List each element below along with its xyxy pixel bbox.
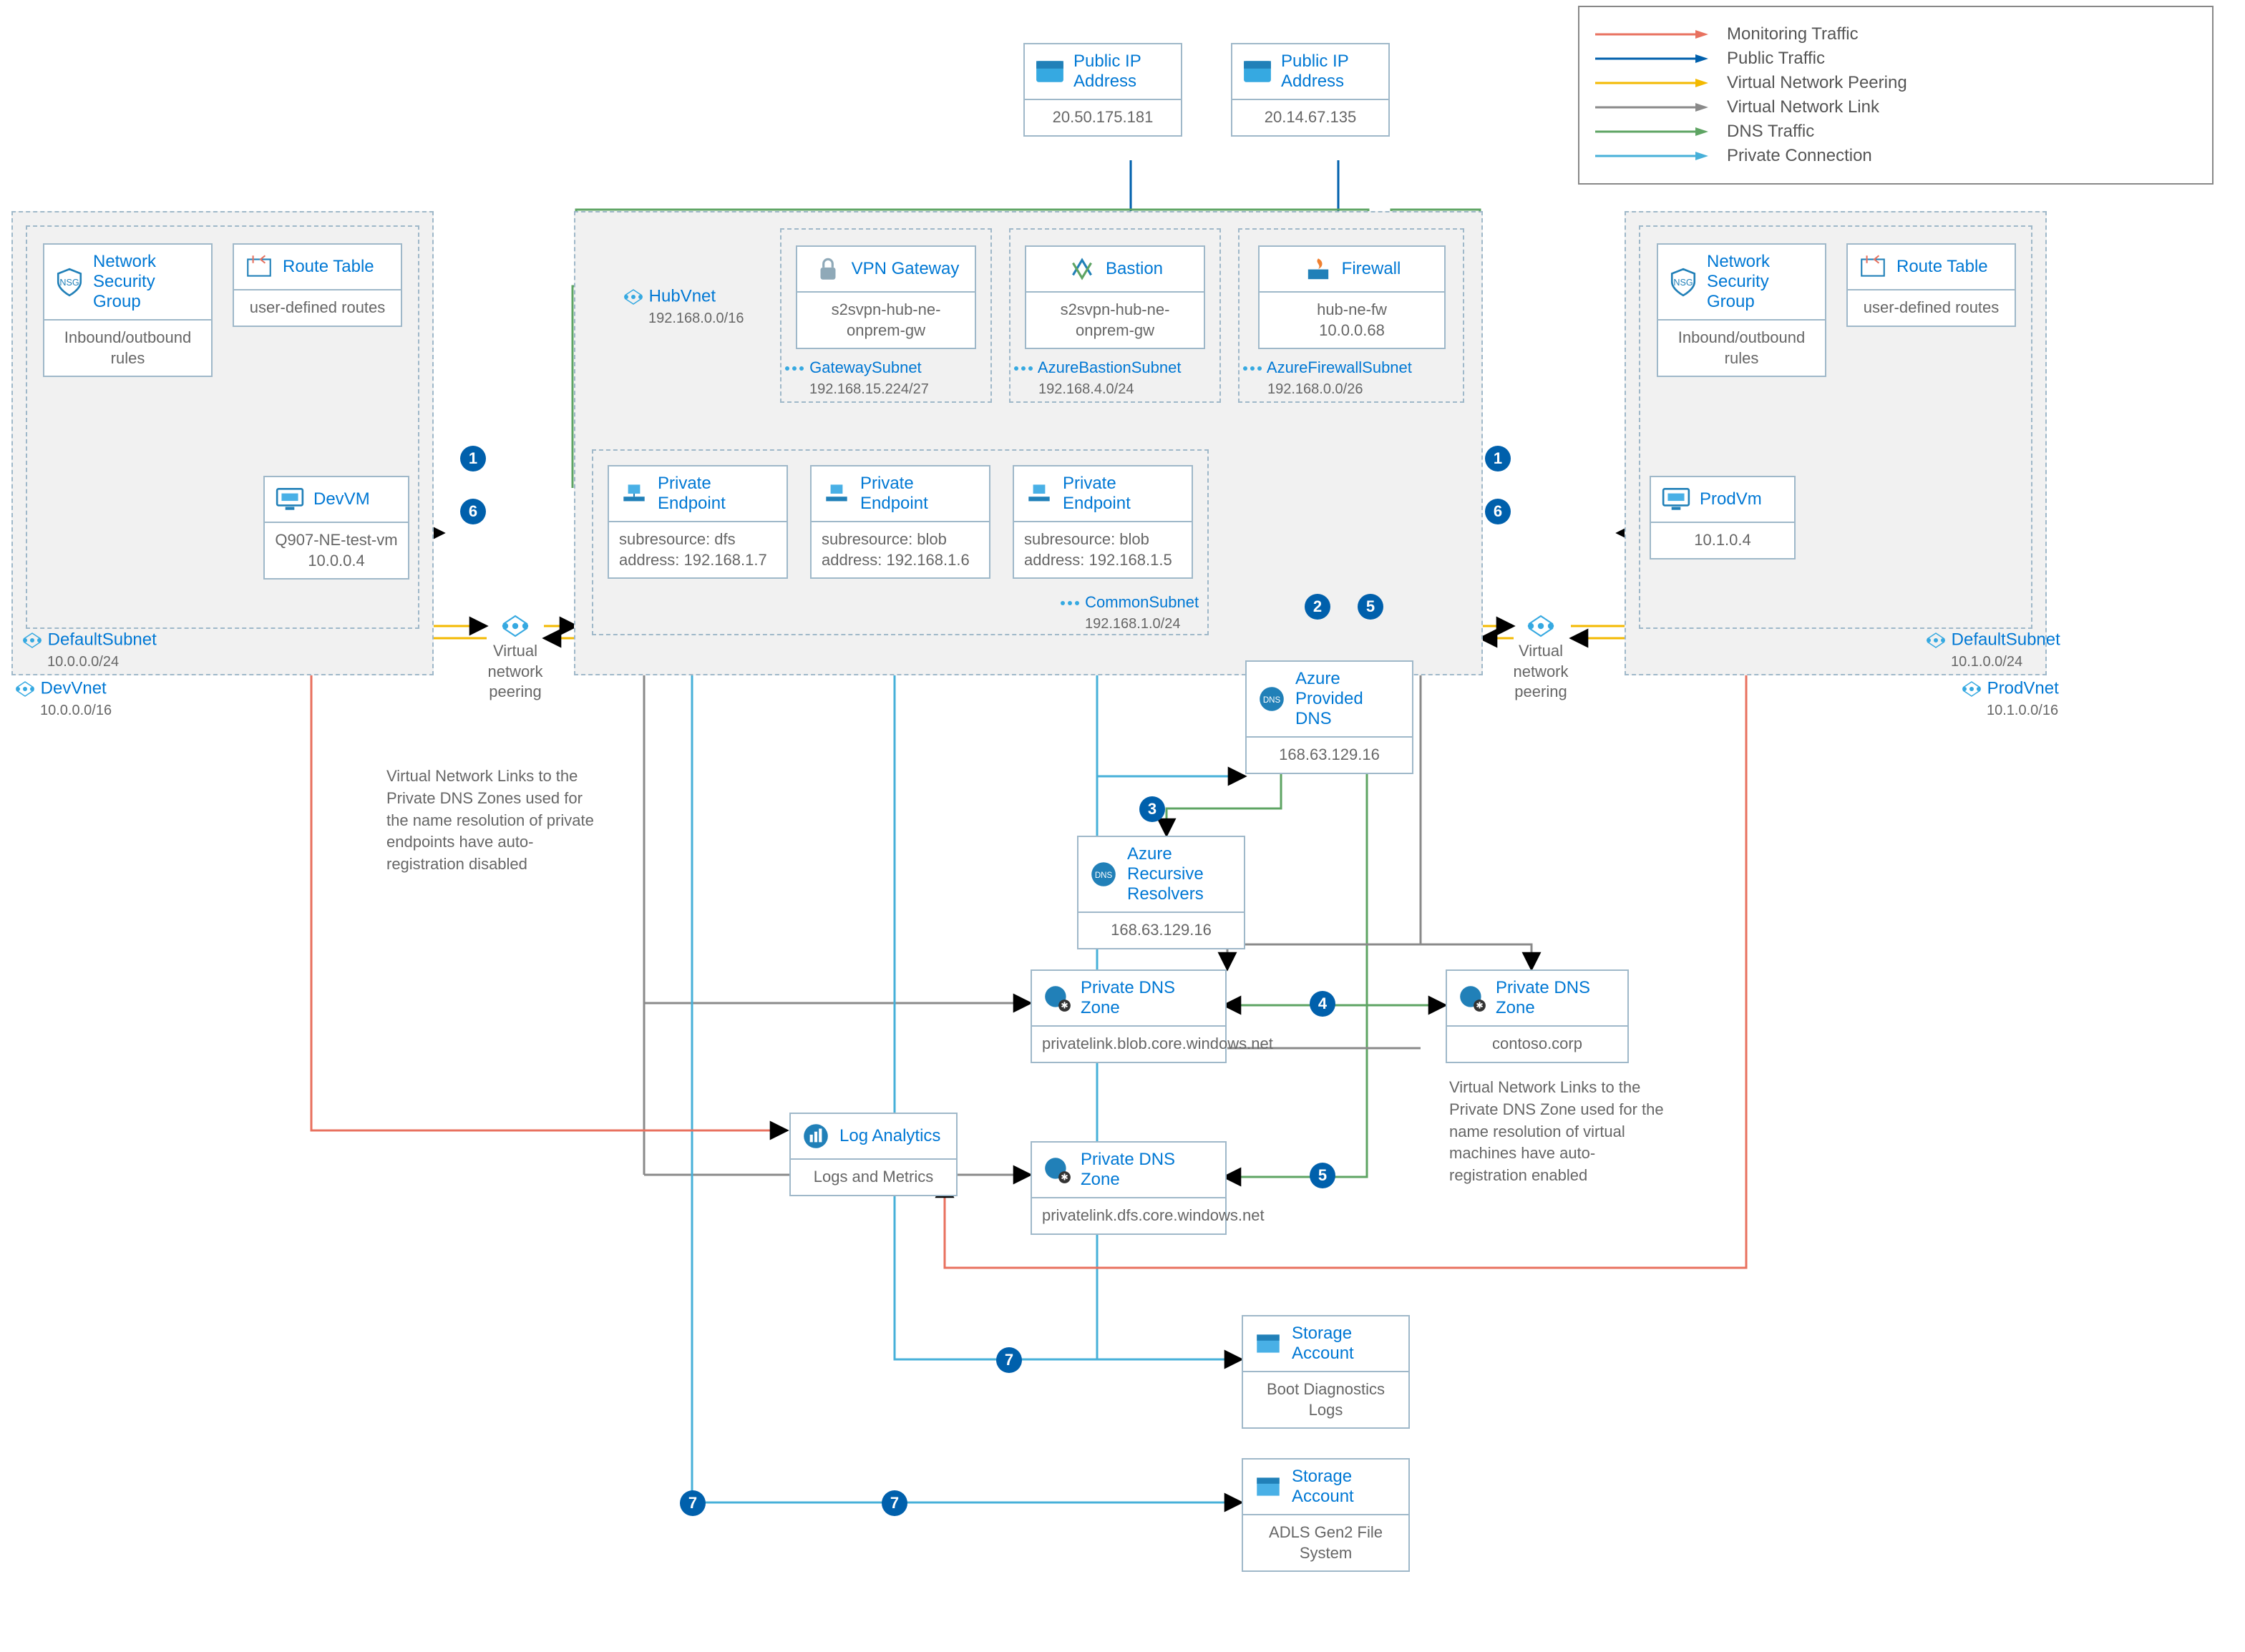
pdz-dfs: ✱Private DNS Zone privatelink.dfs.core.w… xyxy=(1031,1141,1227,1235)
svg-text:DNS: DNS xyxy=(1095,871,1113,880)
svg-text:NSG: NSG xyxy=(1673,278,1693,288)
subnet-label: DefaultSubnet10.0.0.0/24 xyxy=(21,630,157,671)
route-icon xyxy=(244,252,274,282)
badge: 5 xyxy=(1310,1163,1335,1188)
badge: 1 xyxy=(1485,446,1511,471)
shield-icon: NSG xyxy=(54,267,84,297)
legend-row: Private Connection xyxy=(1595,146,2196,166)
pdz-contoso: ✱Private DNS Zone contoso.corp xyxy=(1446,969,1629,1063)
pe-dfs: Private Endpoint subresource: dfsaddress… xyxy=(608,465,788,579)
value: 20.50.175.181 xyxy=(1025,99,1181,135)
pe-blob2: Private Endpoint subresource: blobaddres… xyxy=(1013,465,1193,579)
legend-label: Monitoring Traffic xyxy=(1727,24,1859,44)
azure-dns: DNSAzure Provided DNS 168.63.129.16 xyxy=(1245,660,1413,774)
ip-icon xyxy=(1242,57,1272,87)
badge: 7 xyxy=(680,1490,706,1516)
vm-icon xyxy=(275,484,305,514)
svg-text:DNS: DNS xyxy=(1263,696,1281,705)
dnszone-icon: ✱ xyxy=(1457,983,1487,1013)
legend-label: DNS Traffic xyxy=(1727,122,1814,142)
vm-icon xyxy=(1661,484,1691,514)
lock-icon xyxy=(813,254,843,284)
svg-text:✱: ✱ xyxy=(1476,1001,1484,1011)
shield-icon: NSG xyxy=(1668,267,1698,297)
badge: 2 xyxy=(1305,594,1330,620)
pdz-blob: ✱Private DNS Zone privatelink.blob.core.… xyxy=(1031,969,1227,1063)
storage-boot: Storage Account Boot Diagnostics Logs xyxy=(1242,1315,1410,1429)
badge: 4 xyxy=(1310,991,1335,1017)
endpoint-icon xyxy=(822,479,852,509)
diagram-canvas: Monitoring Traffic Public Traffic Virtua… xyxy=(0,0,2245,1652)
route-table-dev: Route Table user-defined routes xyxy=(233,243,402,327)
gw-subnet-label: GatewaySubnet192.168.15.224/27 xyxy=(784,358,929,398)
legend-label: Virtual Network Peering xyxy=(1727,73,1907,93)
common-subnet-label: CommonSubnet192.168.1.0/24 xyxy=(1059,592,1199,632)
dev-vm: DevVM Q907-NE-test-vm10.0.0.4 xyxy=(263,476,409,580)
badge: 6 xyxy=(1485,499,1511,524)
public-ip-2: Public IP Address 20.14.67.135 xyxy=(1231,43,1390,137)
badge: 7 xyxy=(996,1347,1022,1373)
hubvnet-label: HubVnet192.168.0.0/16 xyxy=(623,286,744,328)
ip-icon xyxy=(1035,57,1065,87)
log-analytics: Log Analytics Logs and Metrics xyxy=(789,1113,958,1196)
vnet-label: DevVnet10.0.0.0/16 xyxy=(14,678,112,720)
azure-resolver: DNSAzure Recursive Resolvers 168.63.129.… xyxy=(1077,836,1245,949)
badge: 7 xyxy=(882,1490,907,1516)
legend-label: Virtual Network Link xyxy=(1727,97,1879,117)
badge: 1 xyxy=(460,446,486,471)
legend-row: DNS Traffic xyxy=(1595,122,2196,142)
public-ip-1: Public IP Address 20.50.175.181 xyxy=(1023,43,1182,137)
route-icon xyxy=(1858,252,1888,282)
subnet-label: DefaultSubnet10.1.0.0/24 xyxy=(1925,630,2060,671)
note-left: Virtual Network Links to the Private DNS… xyxy=(386,766,608,876)
value: 20.14.67.135 xyxy=(1232,99,1388,135)
firewall: Firewall hub-ne-fw10.0.0.68 xyxy=(1258,245,1446,349)
bastion: Bastion s2svpn-hub-ne-onprem-gw xyxy=(1025,245,1205,349)
endpoint-icon xyxy=(1024,479,1054,509)
nsg-dev: NSGNetwork Security Group Inbound/outbou… xyxy=(43,243,213,377)
fw-subnet-label: AzureFirewallSubnet192.168.0.0/26 xyxy=(1242,358,1412,398)
vnet-peering-left: Virtual network peering xyxy=(483,611,547,703)
badge: 5 xyxy=(1358,594,1383,620)
dns-icon: DNS xyxy=(1089,859,1119,889)
firewall-icon xyxy=(1303,254,1333,284)
endpoint-icon xyxy=(619,479,649,509)
title: Public IP Address xyxy=(1281,52,1378,92)
storage-icon xyxy=(1253,1472,1283,1502)
title: Public IP Address xyxy=(1073,52,1171,92)
legend-row: Public Traffic xyxy=(1595,49,2196,69)
legend-row: Monitoring Traffic xyxy=(1595,24,2196,44)
legend: Monitoring Traffic Public Traffic Virtua… xyxy=(1578,6,2214,185)
vnet-label: ProdVnet10.1.0.0/16 xyxy=(1961,678,2059,720)
badge: 6 xyxy=(460,499,486,524)
vpn-gateway: VPN Gateway s2svpn-hub-ne-onprem-gw xyxy=(796,245,976,349)
note-right: Virtual Network Links to the Private DNS… xyxy=(1449,1077,1671,1187)
nsg-prod: NSGNetwork Security Group Inbound/outbou… xyxy=(1657,243,1826,377)
route-table-prod: Route Table user-defined routes xyxy=(1846,243,2016,327)
svg-text:✱: ✱ xyxy=(1061,1173,1068,1183)
svg-text:NSG: NSG xyxy=(59,278,79,288)
dns-icon: DNS xyxy=(1257,684,1287,714)
bastion-icon xyxy=(1067,254,1097,284)
log-icon xyxy=(801,1121,831,1151)
vnet-peering-right: Virtual network peering xyxy=(1509,611,1573,703)
bast-subnet-label: AzureBastionSubnet192.168.4.0/24 xyxy=(1013,358,1181,398)
storage-adls: Storage Account ADLS Gen2 File System xyxy=(1242,1458,1410,1572)
dnszone-icon: ✱ xyxy=(1042,1155,1072,1185)
legend-label: Private Connection xyxy=(1727,146,1872,166)
legend-row: Virtual Network Link xyxy=(1595,97,2196,117)
pe-blob: Private Endpoint subresource: blobaddres… xyxy=(810,465,990,579)
badge: 3 xyxy=(1139,796,1165,822)
storage-icon xyxy=(1253,1329,1283,1359)
prod-vm: ProdVm 10.1.0.4 xyxy=(1650,476,1796,559)
legend-row: Virtual Network Peering xyxy=(1595,73,2196,93)
legend-label: Public Traffic xyxy=(1727,49,1825,69)
svg-text:✱: ✱ xyxy=(1061,1001,1068,1011)
dnszone-icon: ✱ xyxy=(1042,983,1072,1013)
